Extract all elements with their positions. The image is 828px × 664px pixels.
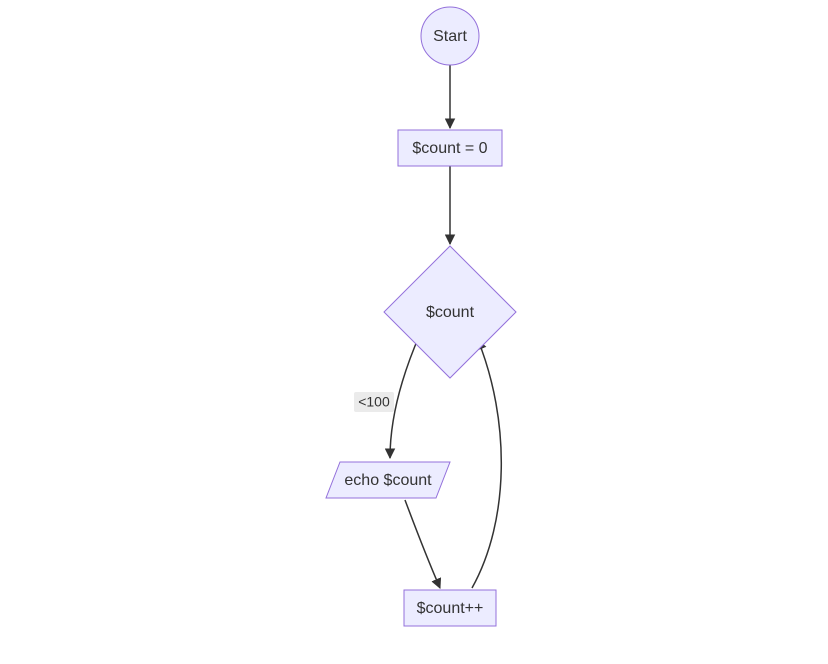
node-echo-label: echo $count bbox=[344, 472, 432, 489]
node-start-label: Start bbox=[433, 28, 467, 45]
node-increment-label: $count++ bbox=[417, 600, 484, 617]
edge-label-cond-to-echo: <100 bbox=[358, 394, 390, 410]
edge-echo-to-increment bbox=[405, 500, 440, 588]
node-echo: echo $count bbox=[326, 462, 450, 498]
node-cond-label: $count bbox=[426, 304, 475, 321]
node-init: $count = 0 bbox=[398, 130, 502, 166]
node-increment: $count++ bbox=[404, 590, 496, 626]
edge-increment-to-cond bbox=[472, 340, 501, 588]
node-cond: $count bbox=[384, 246, 516, 378]
node-start: Start bbox=[421, 7, 479, 65]
edge-cond-to-echo: <100 bbox=[354, 334, 420, 458]
node-init-label: $count = 0 bbox=[412, 140, 487, 157]
flowchart-canvas: <100 Start $count = 0 $count echo $count… bbox=[0, 0, 828, 664]
